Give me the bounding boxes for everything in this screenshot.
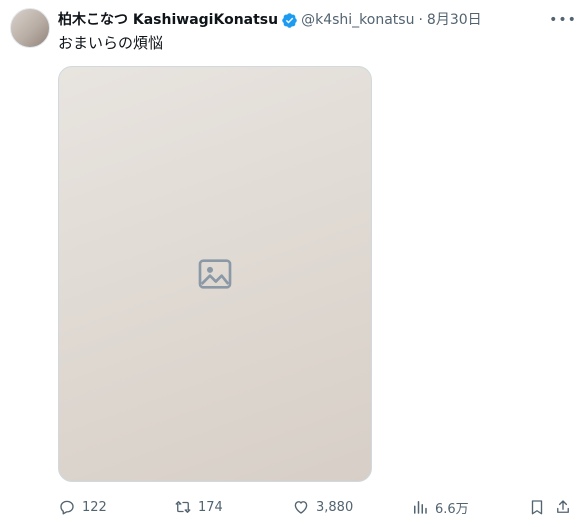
avatar[interactable] [10,8,50,48]
retweet-count: 174 [198,499,223,515]
separator-dot: · [418,12,423,28]
handle[interactable]: @k4shi_konatsu [301,10,414,30]
views-button[interactable]: 6.6万 [411,496,469,518]
reply-count: 122 [82,499,107,515]
like-count: 3,880 [316,499,354,515]
heart-icon [294,501,308,514]
media-placeholder [195,254,235,294]
share-button[interactable] [554,496,572,518]
bookmark-button[interactable] [528,496,546,518]
verified-badge-icon [281,12,298,29]
retweet-icon [175,501,191,513]
tweet-text: おまいらの煩悩 [58,34,164,52]
tweet-card[interactable]: 柏木こなつ KashiwagiKonatsu @k4shi_konatsu · … [0,0,586,527]
retweet-button[interactable]: 174 [174,496,223,518]
views-count: 6.6万 [435,501,469,517]
more-horizontal-icon: ••• [549,12,577,28]
bookmark-icon [531,500,543,515]
tweet-header: 柏木こなつ KashiwagiKonatsu @k4shi_konatsu · … [58,10,542,30]
like-button[interactable]: 3,880 [292,496,353,518]
more-options-button[interactable]: ••• [549,10,577,30]
action-bar: 122 174 3,880 6.6万 [58,496,572,518]
post-date[interactable]: 8月30日 [427,10,482,30]
image-icon [198,259,232,289]
display-name[interactable]: 柏木こなつ KashiwagiKonatsu [58,10,278,30]
views-bar-chart-icon [414,501,427,514]
media-attachment[interactable] [58,66,372,482]
reply-button[interactable]: 122 [58,496,107,518]
share-icon [557,500,569,513]
reply-icon [60,500,74,515]
